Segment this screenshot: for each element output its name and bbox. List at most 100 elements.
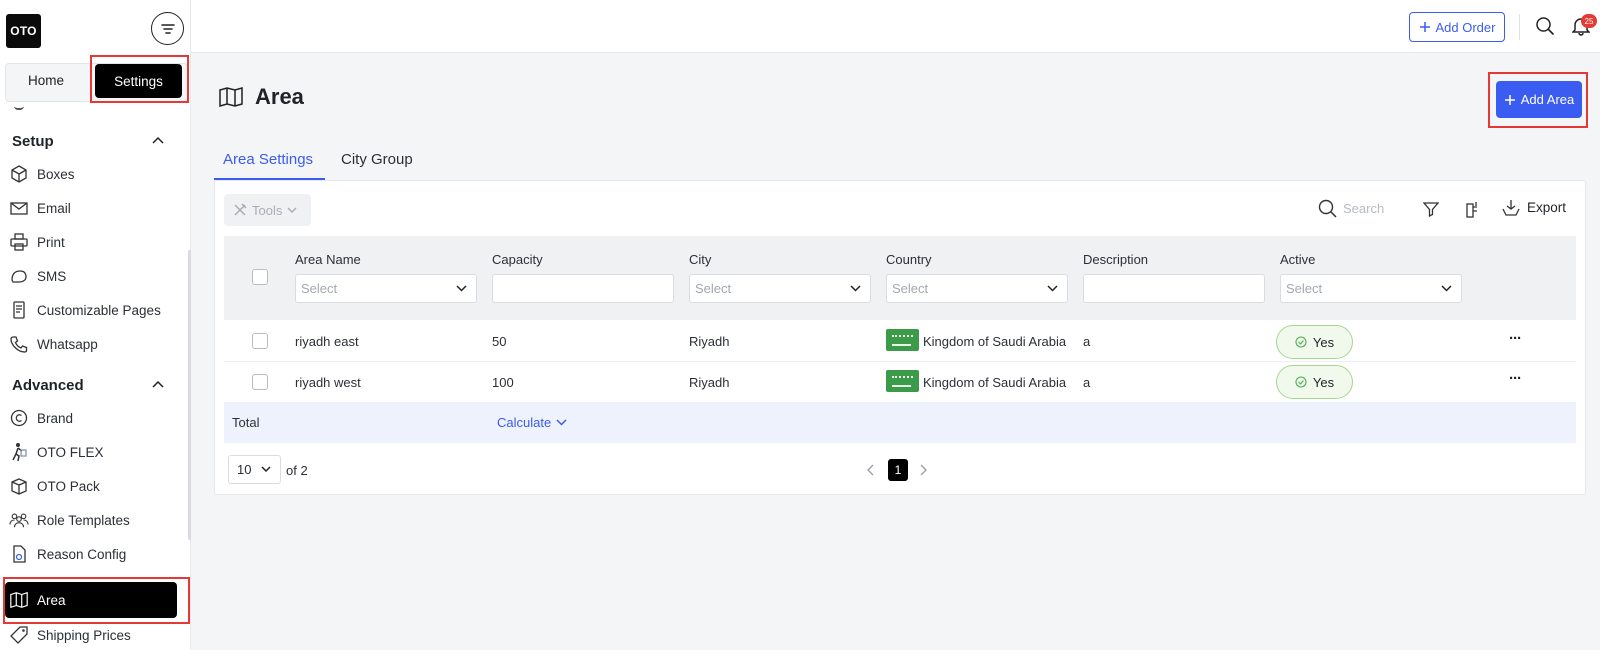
filter-icon[interactable]: [1423, 201, 1439, 217]
sidebar-item-label: Whatsapp: [37, 336, 98, 352]
sidebar-item-label: Boxes: [37, 166, 75, 182]
page-title: Area: [255, 84, 304, 109]
sidebar-item-label: Reason Config: [37, 546, 127, 562]
cell-capacity: 100: [492, 375, 514, 390]
sidebar-item-shipping-prices[interactable]: Shipping Prices: [9, 622, 179, 648]
search-placeholder: Search: [1343, 201, 1385, 216]
description-filter-input[interactable]: [1083, 274, 1265, 303]
active-filter-select[interactable]: Select: [1280, 274, 1462, 303]
area-name-filter-select[interactable]: Select: [295, 274, 477, 303]
chevron-up-icon[interactable]: [152, 380, 164, 388]
sidebar-item-role-templates[interactable]: Role Templates: [9, 507, 179, 533]
select-all-checkbox[interactable]: [252, 269, 268, 285]
filter-placeholder: Select: [892, 281, 929, 296]
total-label: Total: [232, 415, 260, 430]
row-actions-menu-icon[interactable]: ···: [1509, 330, 1522, 347]
cell-city: Riyadh: [689, 334, 730, 349]
cell-country: Kingdom of Saudi Arabia: [923, 375, 1067, 390]
sidebar-item-reason-config[interactable]: Reason Config: [9, 541, 179, 567]
export-button[interactable]: Export: [1502, 199, 1566, 216]
column-header-city[interactable]: City: [689, 252, 711, 267]
chevron-down-icon: [556, 419, 567, 426]
chevron-down-icon: [1441, 285, 1452, 292]
box-icon: [9, 164, 29, 184]
status-badge: Yes: [1276, 365, 1353, 399]
printer-icon: [9, 232, 29, 252]
sidebar-item-oto-flex[interactable]: OTO FLEX: [9, 439, 179, 465]
walker-icon: [9, 442, 29, 462]
sidebar-item-label: Email: [37, 200, 71, 216]
export-icon: [1502, 200, 1520, 216]
menu-toggle-button[interactable]: [151, 12, 184, 45]
status-label: Yes: [1312, 334, 1335, 350]
filter-placeholder: Select: [695, 281, 732, 296]
chevron-left-icon[interactable]: [867, 464, 875, 476]
saudi-flag-icon: [886, 329, 919, 351]
country-filter-select[interactable]: Select: [886, 274, 1068, 303]
tools-button[interactable]: Tools: [224, 194, 311, 226]
cell-area-name: riyadh east: [295, 334, 359, 349]
chevron-right-icon[interactable]: [919, 464, 927, 476]
row-divider: [224, 361, 1576, 362]
column-header-capacity[interactable]: Capacity: [492, 252, 543, 267]
tab-city-group[interactable]: City Group: [341, 151, 413, 168]
column-header-description[interactable]: Description: [1083, 252, 1148, 267]
cell-city: Riyadh: [689, 375, 730, 390]
package-icon: [9, 476, 29, 496]
copyright-icon: [9, 408, 29, 428]
calculate-dropdown[interactable]: Calculate: [497, 415, 567, 430]
cell-capacity: 50: [492, 334, 507, 349]
sidebar-item-print[interactable]: Print: [9, 229, 179, 255]
tools-label: Tools: [252, 202, 283, 218]
column-header-area-name[interactable]: Area Name: [295, 252, 361, 267]
plus-icon: [1419, 22, 1430, 32]
sidebar-item-sms[interactable]: SMS: [9, 263, 179, 289]
column-header-active[interactable]: Active: [1280, 252, 1315, 267]
sidebar-item-oto-pack[interactable]: OTO Pack: [9, 473, 179, 499]
status-label: Yes: [1312, 374, 1335, 390]
filter-placeholder: Select: [1286, 281, 1323, 296]
capacity-filter-input[interactable]: [492, 274, 674, 303]
sidebar-item-email[interactable]: Email: [9, 195, 179, 221]
file-gear-icon: [9, 544, 29, 564]
row-actions-menu-icon[interactable]: ···: [1509, 370, 1522, 387]
sidebar-item-label: OTO FLEX: [37, 444, 104, 460]
column-header-country[interactable]: Country: [886, 252, 932, 267]
sidebar-item-customizable-pages[interactable]: Customizable Pages: [9, 297, 179, 323]
section-advanced-title[interactable]: Advanced: [12, 377, 84, 394]
filter-lines-icon: [160, 23, 175, 34]
chevron-up-icon[interactable]: [152, 136, 164, 144]
sidebar-item-label: SMS: [37, 268, 67, 284]
city-filter-select[interactable]: Select: [689, 274, 871, 303]
highlight-area: [3, 577, 190, 624]
chevron-down-icon: [261, 466, 271, 473]
home-tab[interactable]: Home: [28, 73, 64, 88]
sidebar-item-brand[interactable]: Brand: [9, 405, 179, 431]
add-order-button[interactable]: Add Order: [1409, 12, 1505, 42]
sidebar-item-label: Print: [37, 234, 65, 250]
page-size-select[interactable]: 10: [228, 455, 281, 484]
sidebar-item-boxes[interactable]: Boxes: [9, 161, 179, 187]
section-setup-title[interactable]: Setup: [12, 133, 54, 150]
sidebar-item-label: Shipping Prices: [37, 627, 131, 643]
tools-icon: [234, 203, 247, 216]
sidebar-scrollbar[interactable]: [188, 250, 191, 540]
sidebar: OTO Home Settings Setup Boxes Email Prin…: [0, 0, 191, 650]
oto-logo[interactable]: OTO: [6, 14, 41, 48]
page-icon: [9, 300, 29, 320]
status-badge: Yes: [1276, 325, 1353, 359]
chevron-down-icon: [1047, 285, 1058, 292]
total-row: [224, 402, 1576, 443]
search-icon[interactable]: [1535, 16, 1555, 36]
table-search[interactable]: Search: [1318, 199, 1384, 218]
chevron-down-icon: [850, 285, 861, 292]
page-number-current[interactable]: 1: [888, 459, 908, 481]
topbar-divider: [1519, 14, 1520, 40]
columns-icon[interactable]: [1465, 201, 1479, 218]
row-checkbox[interactable]: [252, 374, 268, 390]
tab-area-settings[interactable]: Area Settings: [223, 151, 313, 168]
add-order-label: Add Order: [1435, 19, 1496, 35]
row-checkbox[interactable]: [252, 333, 268, 349]
sidebar-item-whatsapp[interactable]: Whatsapp: [9, 331, 179, 357]
chevron-down-icon: [456, 285, 467, 292]
